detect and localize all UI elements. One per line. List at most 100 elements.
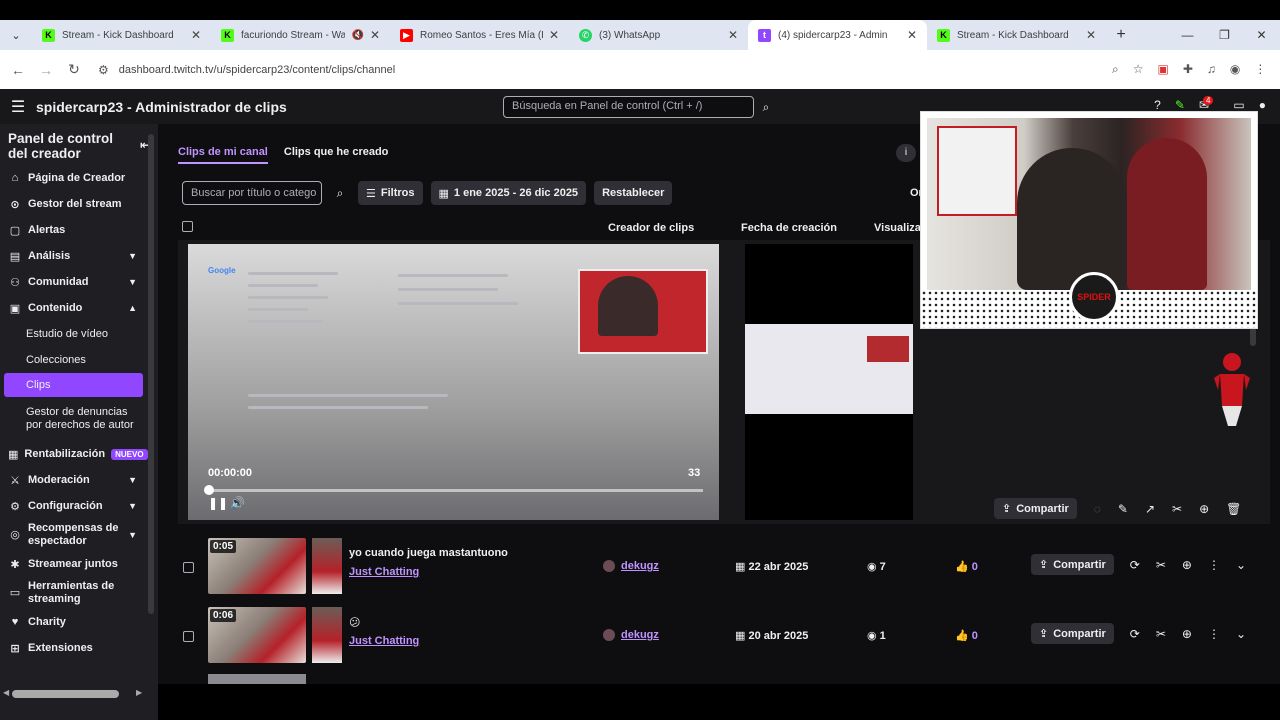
extensions-puzzle-icon[interactable]: ✚ — [1183, 62, 1193, 77]
tab-clips-i-created[interactable]: Clips que he creado — [284, 146, 389, 164]
browser-tab[interactable]: ▶ Romeo Santos - Eres Mía (Le ✕ — [390, 20, 569, 50]
browser-tab[interactable]: K Stream - Kick Dashboard ✕ — [32, 20, 211, 50]
close-tab-icon[interactable]: ✕ — [191, 28, 201, 42]
search-icon[interactable]: ⌕ — [756, 96, 776, 118]
add-icon[interactable]: ⊕ — [1199, 502, 1209, 516]
sidebar-scrollbar[interactable] — [148, 134, 154, 614]
clip-search-input[interactable]: Buscar por título o catego — [182, 181, 322, 205]
browser-tab[interactable]: K Stream - Kick Dashboard ✕ — [927, 20, 1106, 50]
reset-button[interactable]: Restablecer — [594, 181, 673, 205]
chevron-down-icon[interactable]: ⌄ — [1236, 558, 1246, 572]
open-external-icon[interactable]: ↗ — [1145, 502, 1155, 516]
help-icon[interactable]: ? — [1154, 98, 1161, 112]
share-button[interactable]: ⇪ Compartir — [1031, 623, 1114, 644]
close-tab-icon[interactable]: ✕ — [728, 28, 738, 42]
scroll-left-icon[interactable]: ◀ — [3, 688, 9, 697]
browser-tab-active[interactable]: t (4) spidercarp23 - Admin ✕ — [748, 20, 927, 50]
zoom-icon[interactable]: ⌕ — [1112, 62, 1119, 77]
delete-icon[interactable]: 🗑 — [1226, 502, 1241, 516]
info-icon[interactable]: i — [896, 144, 916, 162]
browser-tab[interactable]: K facuriondo Stream - Wa 🔇 ✕ — [211, 20, 390, 50]
sidebar-item-content[interactable]: ▣ Contenido ▲ — [0, 295, 145, 321]
sidebar-item-settings[interactable]: ⚙ Configuración ▼ — [0, 493, 145, 519]
sidebar-item-streaming-tools[interactable]: ▭ Herramientas de streaming — [0, 577, 145, 609]
main-scrollbar[interactable] — [1250, 326, 1256, 346]
scroll-right-icon[interactable]: ▶ — [136, 688, 142, 697]
minimize-icon[interactable]: — — [1169, 20, 1206, 50]
clip-category-link[interactable]: Just Chatting — [349, 635, 419, 647]
sidebar-item-analytics[interactable]: ▤ Análisis ▼ — [0, 243, 145, 269]
sidebar-item-creator-page[interactable]: ⌂ Página de Creador — [0, 165, 145, 191]
chevron-down-icon[interactable]: ⌄ — [1236, 627, 1246, 641]
more-options-icon[interactable]: ⋮ — [1208, 627, 1220, 641]
date-range-button[interactable]: ▦ 1 ene 2025 - 26 dic 2025 — [430, 181, 587, 205]
new-tab-button[interactable]: + — [1106, 26, 1136, 44]
creator-link[interactable]: dekugz — [621, 629, 659, 641]
menu-icon[interactable]: ☰ — [0, 97, 36, 117]
site-info-icon[interactable]: ⚙ — [98, 63, 109, 77]
sidebar-item-video-studio[interactable]: Estudio de vídeo — [0, 321, 145, 347]
forward-icon[interactable]: → — [32, 62, 60, 78]
column-header-views[interactable]: Visualiza — [874, 222, 921, 234]
refresh-icon[interactable]: ⟳ — [1130, 558, 1140, 572]
sidebar-item-viewer-rewards[interactable]: ◎ Recompensas de espectador ▼ — [0, 519, 145, 551]
profile-icon[interactable]: ◉ — [1230, 62, 1240, 77]
pin-icon[interactable]: ✎ — [1175, 98, 1185, 112]
edit-icon[interactable]: ✎ — [1118, 502, 1128, 516]
refresh-icon[interactable]: ⟳ — [1130, 627, 1140, 641]
add-icon[interactable]: ⊕ — [1182, 558, 1192, 572]
table-row[interactable]: 0:06 😕 Just Chatting dekugz ▦ 20 abr 202… — [178, 603, 1270, 671]
clip-video-player[interactable]: Google 00:00:00 33 ❚❚ 🔊 — [188, 244, 719, 520]
column-header-date[interactable]: Fecha de creación — [741, 222, 837, 234]
select-all-checkbox[interactable] — [182, 221, 193, 232]
close-tab-icon[interactable]: ✕ — [1086, 28, 1096, 42]
scrollbar-thumb[interactable] — [12, 690, 119, 698]
back-icon[interactable]: ← — [4, 62, 32, 78]
pause-icon[interactable]: ❚❚ — [208, 496, 228, 510]
notifications-icon[interactable]: ✉4 — [1199, 96, 1220, 112]
add-icon[interactable]: ⊕ — [1182, 627, 1192, 641]
volume-icon[interactable]: 🔊 — [230, 496, 245, 510]
sidebar-item-stream-manager[interactable]: ⊙ Gestor del stream — [0, 191, 145, 217]
sidebar-item-stream-together[interactable]: ✱ Streamear juntos — [0, 551, 145, 577]
url-field[interactable]: ⚙ dashboard.twitch.tv/u/spidercarp23/con… — [98, 55, 1098, 85]
more-options-icon[interactable]: ⋮ — [1208, 558, 1220, 572]
sidebar-item-clips[interactable]: Clips — [4, 373, 143, 397]
tab-my-channel-clips[interactable]: Clips de mi canal — [178, 146, 268, 164]
media-control-icon[interactable]: ♫ — [1207, 62, 1216, 77]
close-tab-icon[interactable]: ✕ — [907, 28, 917, 42]
sidebar-item-moderation[interactable]: ⚔ Moderación ▼ — [0, 467, 145, 493]
video-progress-knob[interactable] — [204, 485, 214, 495]
row-checkbox[interactable] — [183, 562, 194, 573]
scissors-icon[interactable]: ✂ — [1156, 558, 1166, 572]
creator-link[interactable]: dekugz — [621, 560, 659, 572]
sidebar-item-copyright-manager[interactable]: Gestor de denuncias por derechos de auto… — [0, 397, 145, 441]
sidebar-item-alerts[interactable]: ▢ Alertas — [0, 217, 145, 243]
browser-menu-icon[interactable]: ⋮ — [1254, 62, 1266, 77]
dashboard-search-input[interactable]: Búsqueda en Panel de control (Ctrl + /) — [503, 96, 754, 118]
sidebar-item-community[interactable]: ⚇ Comunidad ▼ — [0, 269, 145, 295]
muted-speaker-icon[interactable]: 🔇 — [351, 30, 363, 41]
filters-button[interactable]: ☰ Filtros — [358, 181, 423, 205]
sidebar-item-monetization[interactable]: ▦ Rentabilización NUEVO — [0, 441, 148, 467]
share-button[interactable]: ⇪ Compartir — [994, 498, 1077, 519]
table-row[interactable]: 0:05 yo cuando juega mastantuono Just Ch… — [178, 534, 1270, 602]
restore-icon[interactable]: ❐ — [1206, 20, 1243, 50]
video-progress-bar[interactable] — [208, 489, 703, 492]
bookmark-star-icon[interactable]: ☆ — [1133, 62, 1144, 77]
scissors-icon[interactable]: ✂ — [1172, 502, 1182, 516]
close-window-icon[interactable]: ✕ — [1243, 20, 1280, 50]
close-tab-icon[interactable]: ✕ — [370, 28, 380, 42]
search-icon[interactable]: ⌕ — [330, 181, 350, 205]
reload-icon[interactable]: ↻ — [60, 61, 88, 78]
row-checkbox[interactable] — [183, 631, 194, 642]
extension-red-icon[interactable]: ▣ — [1158, 62, 1169, 77]
whispers-icon[interactable]: ▭ — [1233, 98, 1244, 112]
share-button[interactable]: ⇪ Compartir — [1031, 554, 1114, 575]
horizontal-scrollbar[interactable]: ◀ ▶ — [0, 684, 158, 720]
sidebar-item-collections[interactable]: Colecciones — [0, 347, 145, 373]
sidebar-item-charity[interactable]: ♥ Charity — [0, 609, 145, 635]
clip-category-link[interactable]: Just Chatting — [349, 566, 419, 578]
user-avatar[interactable]: ● — [1259, 98, 1266, 112]
close-tab-icon[interactable]: ✕ — [549, 28, 559, 42]
